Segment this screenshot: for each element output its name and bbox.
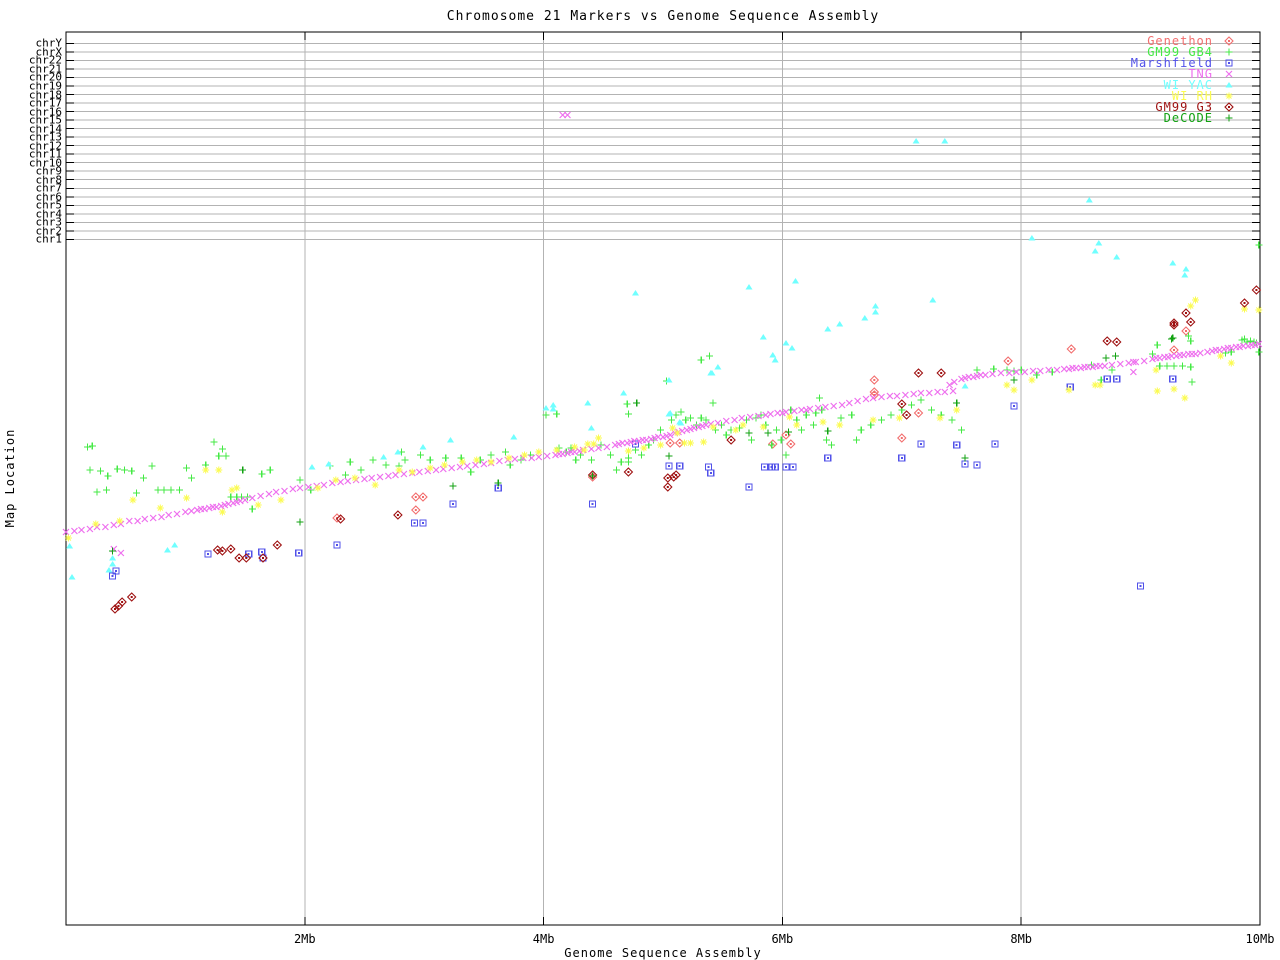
x-axis-tick-label-8Mb: 8Mb	[1010, 932, 1033, 946]
y-axis-label: Map Location	[3, 428, 17, 528]
x-axis-tick-label-4Mb: 4Mb	[532, 932, 555, 946]
y-axis-chrom-label-chr1: chr1	[35, 232, 63, 246]
chart-title: Chromosome 21 Markers vs Genome Sequence…	[446, 9, 880, 24]
x-axis-label: Genome Sequence Assembly	[564, 946, 762, 960]
x-axis-tick-label-10Mb: 10Mb	[1245, 932, 1275, 946]
x-axis-tick-label-6Mb: 6Mb	[771, 932, 794, 946]
x-axis-tick-label-2Mb: 2Mb	[293, 932, 316, 946]
plot-canvas	[62, 31, 1263, 926]
chart-screen: Chromosome 21 Markers vs Genome Sequence…	[0, 0, 1280, 960]
